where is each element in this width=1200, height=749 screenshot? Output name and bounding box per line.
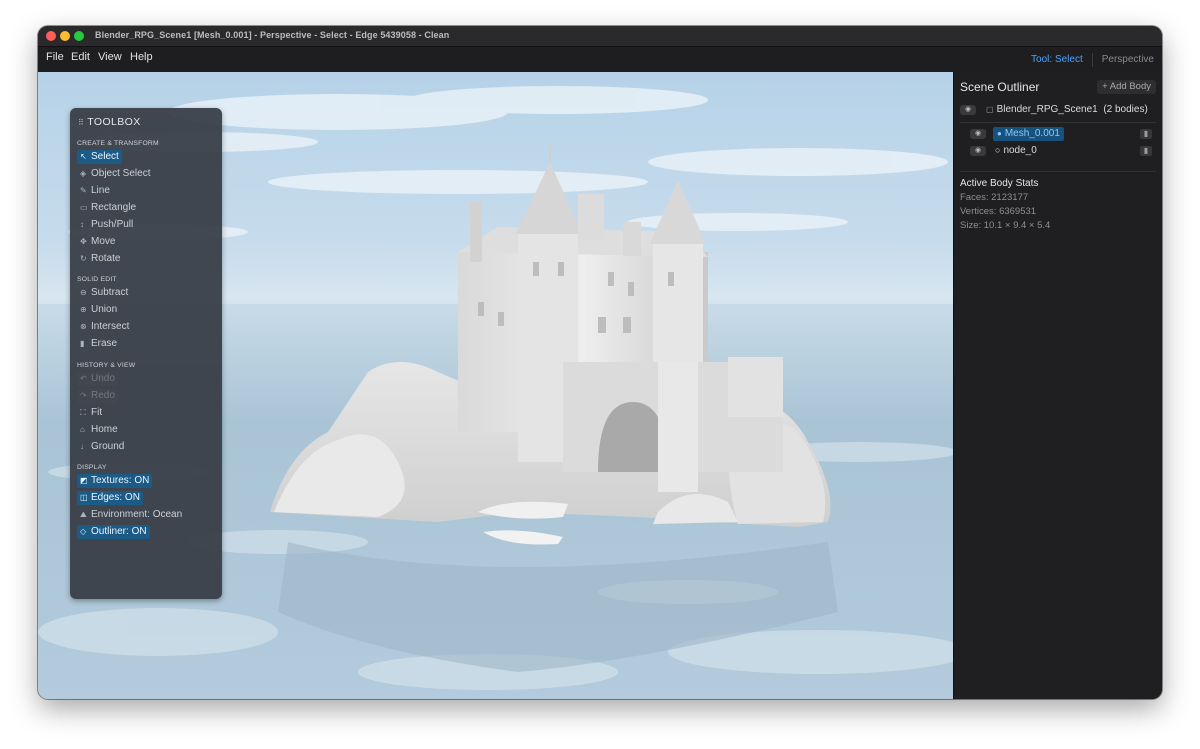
delete-body-trash-icon[interactable]: ▮	[1140, 129, 1152, 139]
rectangle-icon: ▭	[80, 203, 88, 212]
body-row-mesh-0-001[interactable]: ● Mesh_0.001	[993, 127, 1064, 141]
tool-intersect[interactable]: ⊗ Intersect	[77, 320, 132, 334]
scene-row[interactable]: ▢ Blender_RPG_Scene1 (2 bodies)	[986, 104, 1148, 115]
stats-divider	[960, 171, 1156, 172]
menu-bar: File Edit View Help Tool: Select Perspec…	[38, 47, 1162, 72]
undo-icon: ↶	[80, 374, 87, 383]
toggle-textures[interactable]: ◩ Textures: ON	[77, 474, 153, 488]
delete-body-trash-icon[interactable]: ▮	[1140, 146, 1152, 156]
stat-vertices: Vertices: 6369531	[960, 206, 1037, 217]
home-icon: ⌂	[80, 425, 85, 434]
tool-subtract[interactable]: ⊖ Subtract	[77, 286, 131, 300]
tool-select[interactable]: ↖ Select	[77, 150, 122, 164]
tool-ground[interactable]: ↓ Ground	[77, 440, 127, 454]
outliner-divider	[960, 122, 1156, 123]
tool-fit[interactable]: ⛶ Fit	[77, 406, 105, 420]
tool-undo[interactable]: ↶ Undo	[77, 372, 118, 386]
body-circle-icon: ○	[995, 145, 1001, 155]
toolbox-title: ⠿ TOOLBOX	[78, 116, 141, 128]
move-icon: ✥	[80, 237, 87, 246]
body-visibility-eye-icon[interactable]: ◉	[970, 129, 986, 139]
scene-visibility-eye-icon[interactable]: ◉	[960, 105, 976, 115]
zoom-window-button[interactable]	[74, 31, 84, 41]
view-status: Perspective	[1101, 54, 1154, 65]
scene-box-icon: ▢	[986, 105, 994, 114]
app-window: Blender_RPG_Scene1 [Mesh_0.001] - Perspe…	[38, 26, 1162, 699]
3d-viewport[interactable]: ⠿ TOOLBOX CREATE & TRANSFORM ↖ Select ◈ Obj…	[38, 72, 953, 699]
menu-view[interactable]: View	[98, 51, 122, 63]
tool-line[interactable]: ✎ Line	[77, 184, 113, 198]
cube-icon: ◈	[80, 169, 87, 178]
stats-title: Active Body Stats	[960, 178, 1039, 189]
tool-push-pull[interactable]: ↕ Push/Pull	[77, 218, 136, 232]
drag-handle-icon[interactable]: ⠿	[78, 118, 84, 127]
status-area: Tool: Select Perspective	[1022, 47, 1162, 72]
title-bar: Blender_RPG_Scene1 [Mesh_0.001] - Perspe…	[38, 26, 1162, 47]
texture-icon: ◩	[80, 476, 88, 485]
ground-icon: ↓	[80, 442, 84, 451]
scene-outliner-panel: Scene Outliner + Add Body ◉ ▢ Blender_RPG…	[953, 72, 1162, 699]
section-display: DISPLAY	[77, 464, 107, 471]
body-row-node-0[interactable]: ○ node_0	[995, 145, 1037, 156]
rotate-icon: ↻	[80, 254, 87, 263]
edges-icon: ◫	[80, 493, 88, 502]
menu-help[interactable]: Help	[130, 51, 153, 63]
menu-file[interactable]: File	[46, 51, 64, 63]
toggle-outliner[interactable]: ◇ Outliner: ON	[77, 525, 150, 539]
stat-faces: Faces: 2123177	[960, 192, 1029, 203]
pencil-icon: ✎	[80, 186, 87, 195]
toggle-environment[interactable]: ⛰ Environment: Ocean	[77, 508, 185, 522]
window-title: Blender_RPG_Scene1 [Mesh_0.001] - Perspe…	[95, 30, 450, 40]
union-icon: ⊕	[80, 305, 87, 314]
body-dot-icon: ●	[997, 129, 1002, 138]
redo-icon: ↷	[80, 391, 87, 400]
toggle-edges[interactable]: ◫ Edges: ON	[77, 491, 143, 505]
tool-rectangle[interactable]: ▭ Rectangle	[77, 201, 139, 215]
trash-icon: ▮	[80, 339, 85, 348]
tool-home[interactable]: ⌂ Home	[77, 423, 121, 437]
tool-move[interactable]: ✥ Move	[77, 235, 118, 249]
stat-size: Size: 10.1 × 9.4 × 5.4	[960, 220, 1051, 231]
tool-rotate[interactable]: ↻ Rotate	[77, 252, 123, 266]
push-pull-icon: ↕	[80, 220, 84, 229]
toolbox-panel: ⠿ TOOLBOX CREATE & TRANSFORM ↖ Select ◈ Obj…	[70, 108, 222, 599]
tool-union[interactable]: ⊕ Union	[77, 303, 120, 317]
menu-edit[interactable]: Edit	[71, 51, 90, 63]
close-window-button[interactable]	[46, 31, 56, 41]
section-history-view: HISTORY & VIEW	[77, 362, 136, 369]
minimize-window-button[interactable]	[60, 31, 70, 41]
cursor-icon: ↖	[80, 152, 87, 161]
environment-icon: ⛰	[80, 510, 87, 519]
body-visibility-eye-icon[interactable]: ◉	[970, 146, 986, 156]
outliner-icon: ◇	[80, 527, 87, 536]
tool-status: Tool: Select	[1031, 54, 1083, 65]
tool-object-select[interactable]: ◈ Object Select	[77, 167, 153, 181]
fit-icon: ⛶	[80, 408, 86, 417]
section-solid-edit: SOLID EDIT	[77, 276, 117, 283]
tool-redo[interactable]: ↷ Redo	[77, 389, 118, 403]
intersect-icon: ⊗	[80, 322, 87, 331]
subtract-icon: ⊖	[80, 288, 87, 297]
add-body-button[interactable]: + Add Body	[1097, 80, 1156, 94]
tool-erase[interactable]: ▮ Erase	[77, 337, 120, 351]
outliner-title: Scene Outliner	[960, 80, 1040, 94]
section-create-transform: CREATE & TRANSFORM	[77, 140, 159, 147]
